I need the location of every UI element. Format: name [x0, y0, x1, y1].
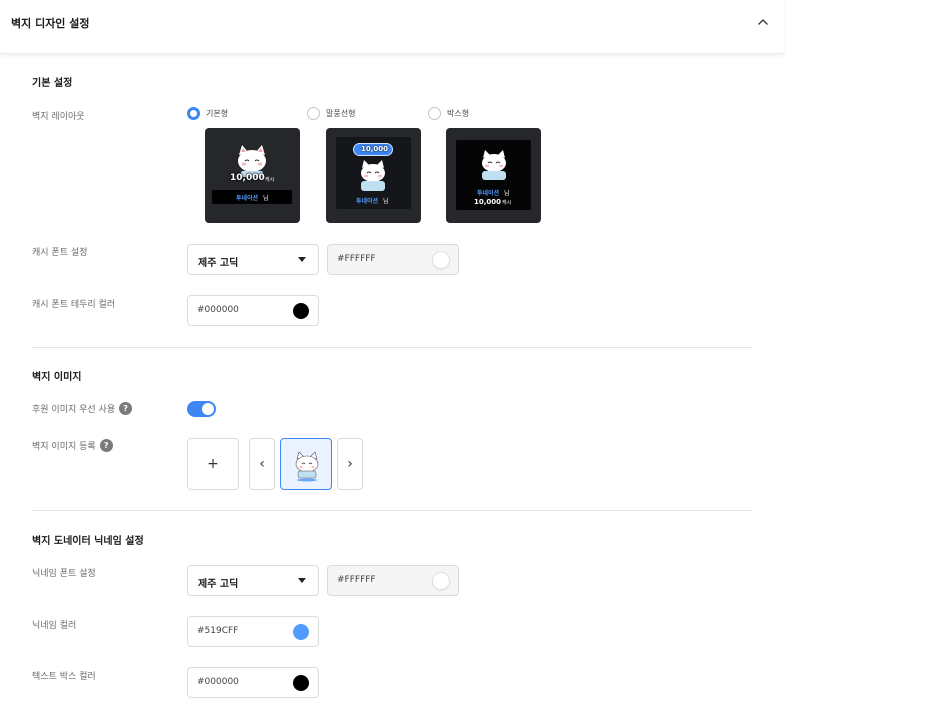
- preview-nickname: 투네이션: [477, 190, 500, 197]
- cash-border-label: 캐시 폰트 테두리 컬러: [32, 300, 116, 310]
- nickname-font-color-field[interactable]: #FFFFFF: [327, 565, 459, 596]
- color-swatch[interactable]: [293, 624, 309, 640]
- cat-thumbnail-icon: [295, 451, 319, 482]
- layout-radio-label: 말풍선형: [326, 109, 356, 118]
- layout-preview-bubble[interactable]: 10,000 투네이션 님: [326, 128, 421, 223]
- cash-font-label: 캐시 폰트 설정: [32, 248, 88, 258]
- color-value: #FFFFFF: [337, 575, 376, 585]
- preview-unit: 캐시: [502, 200, 512, 206]
- basic-settings-title: 기본 설정: [32, 78, 73, 89]
- priority-toggle[interactable]: [187, 401, 216, 417]
- textbox-color-label: 텍스트 박스 컬러: [32, 672, 96, 682]
- cat-mascot-icon: [361, 160, 385, 191]
- preview-nickname: 투네이션: [356, 198, 379, 205]
- color-swatch[interactable]: [293, 675, 309, 691]
- register-label-text: 벽지 이미지 등록: [32, 442, 96, 452]
- preview-nickname-suffix: 님: [504, 190, 510, 197]
- select-value: 제주 고딕: [198, 579, 239, 590]
- priority-label: 후원 이미지 우선 사용 ?: [32, 402, 133, 415]
- help-icon[interactable]: ?: [99, 439, 113, 452]
- radio-dot[interactable]: [187, 107, 200, 120]
- nickname-color-field[interactable]: #519CFF: [187, 616, 319, 647]
- layout-radio-box[interactable]: 박스형: [428, 107, 469, 120]
- image-section-title: 벽지 이미지: [32, 372, 82, 383]
- color-swatch[interactable]: [433, 252, 449, 268]
- divider: [32, 347, 752, 348]
- color-swatch[interactable]: [293, 303, 309, 319]
- prev-image-button[interactable]: ‹: [249, 438, 275, 490]
- page-title: 벽지 디자인 설정: [11, 17, 90, 30]
- cat-mascot-icon: [482, 150, 506, 180]
- caret-down-icon: [298, 257, 306, 262]
- nickname-section-title: 벽지 도네이터 닉네임 설정: [32, 536, 144, 547]
- help-icon[interactable]: ?: [119, 402, 133, 415]
- layout-radio-label: 박스형: [447, 109, 470, 118]
- layout-radio-bubble[interactable]: 말풍선형: [307, 107, 355, 120]
- add-image-button[interactable]: +: [187, 438, 239, 490]
- priority-label-text: 후원 이미지 우선 사용: [32, 405, 116, 415]
- layout-radio-label: 기본형: [206, 109, 229, 118]
- settings-header[interactable]: 벽지 디자인 설정: [0, 0, 784, 54]
- layout-preview-box[interactable]: 투네이션 님 10,000 캐시: [446, 128, 541, 223]
- register-label: 벽지 이미지 등록 ?: [32, 439, 113, 452]
- color-value: #000000: [197, 305, 239, 315]
- preview-nickname-suffix: 님: [383, 198, 389, 205]
- cash-font-select[interactable]: 제주 고딕: [187, 244, 319, 275]
- color-value: #FFFFFF: [337, 254, 376, 264]
- chevron-up-icon[interactable]: [755, 14, 771, 30]
- cash-font-color-field[interactable]: #FFFFFF: [327, 244, 459, 275]
- preview-unit: 캐시: [265, 177, 275, 183]
- select-value: 제주 고딕: [198, 258, 239, 269]
- nickname-color-label: 닉네임 컬러: [32, 621, 77, 631]
- color-value: #519CFF: [197, 626, 239, 636]
- textbox-color-field[interactable]: #000000: [187, 667, 319, 698]
- radio-dot[interactable]: [307, 107, 320, 120]
- radio-dot[interactable]: [428, 107, 441, 120]
- nickname-font-select[interactable]: 제주 고딕: [187, 565, 319, 596]
- next-image-button[interactable]: ›: [337, 438, 363, 490]
- image-thumbnail-selected[interactable]: [280, 438, 332, 490]
- preview-nickname: 투네이션: [236, 195, 259, 202]
- nickname-font-label: 닉네임 폰트 설정: [32, 569, 96, 579]
- divider: [32, 510, 752, 511]
- toggle-knob: [202, 403, 214, 415]
- preview-amount: 10,000: [230, 173, 265, 183]
- layout-radio-basic[interactable]: 기본형: [187, 107, 228, 120]
- layout-preview-basic[interactable]: 10,000 캐시 투네이션 님: [205, 128, 300, 223]
- preview-amount: 10,000: [474, 198, 502, 206]
- preview-nickname-suffix: 님: [263, 195, 269, 202]
- caret-down-icon: [298, 578, 306, 583]
- color-swatch[interactable]: [433, 573, 449, 589]
- preview-nickname-box: 투네이션 님: [212, 190, 292, 204]
- layout-label: 벽지 레이아웃: [32, 112, 85, 122]
- color-value: #000000: [197, 677, 239, 687]
- cash-border-color-field[interactable]: #000000: [187, 295, 319, 326]
